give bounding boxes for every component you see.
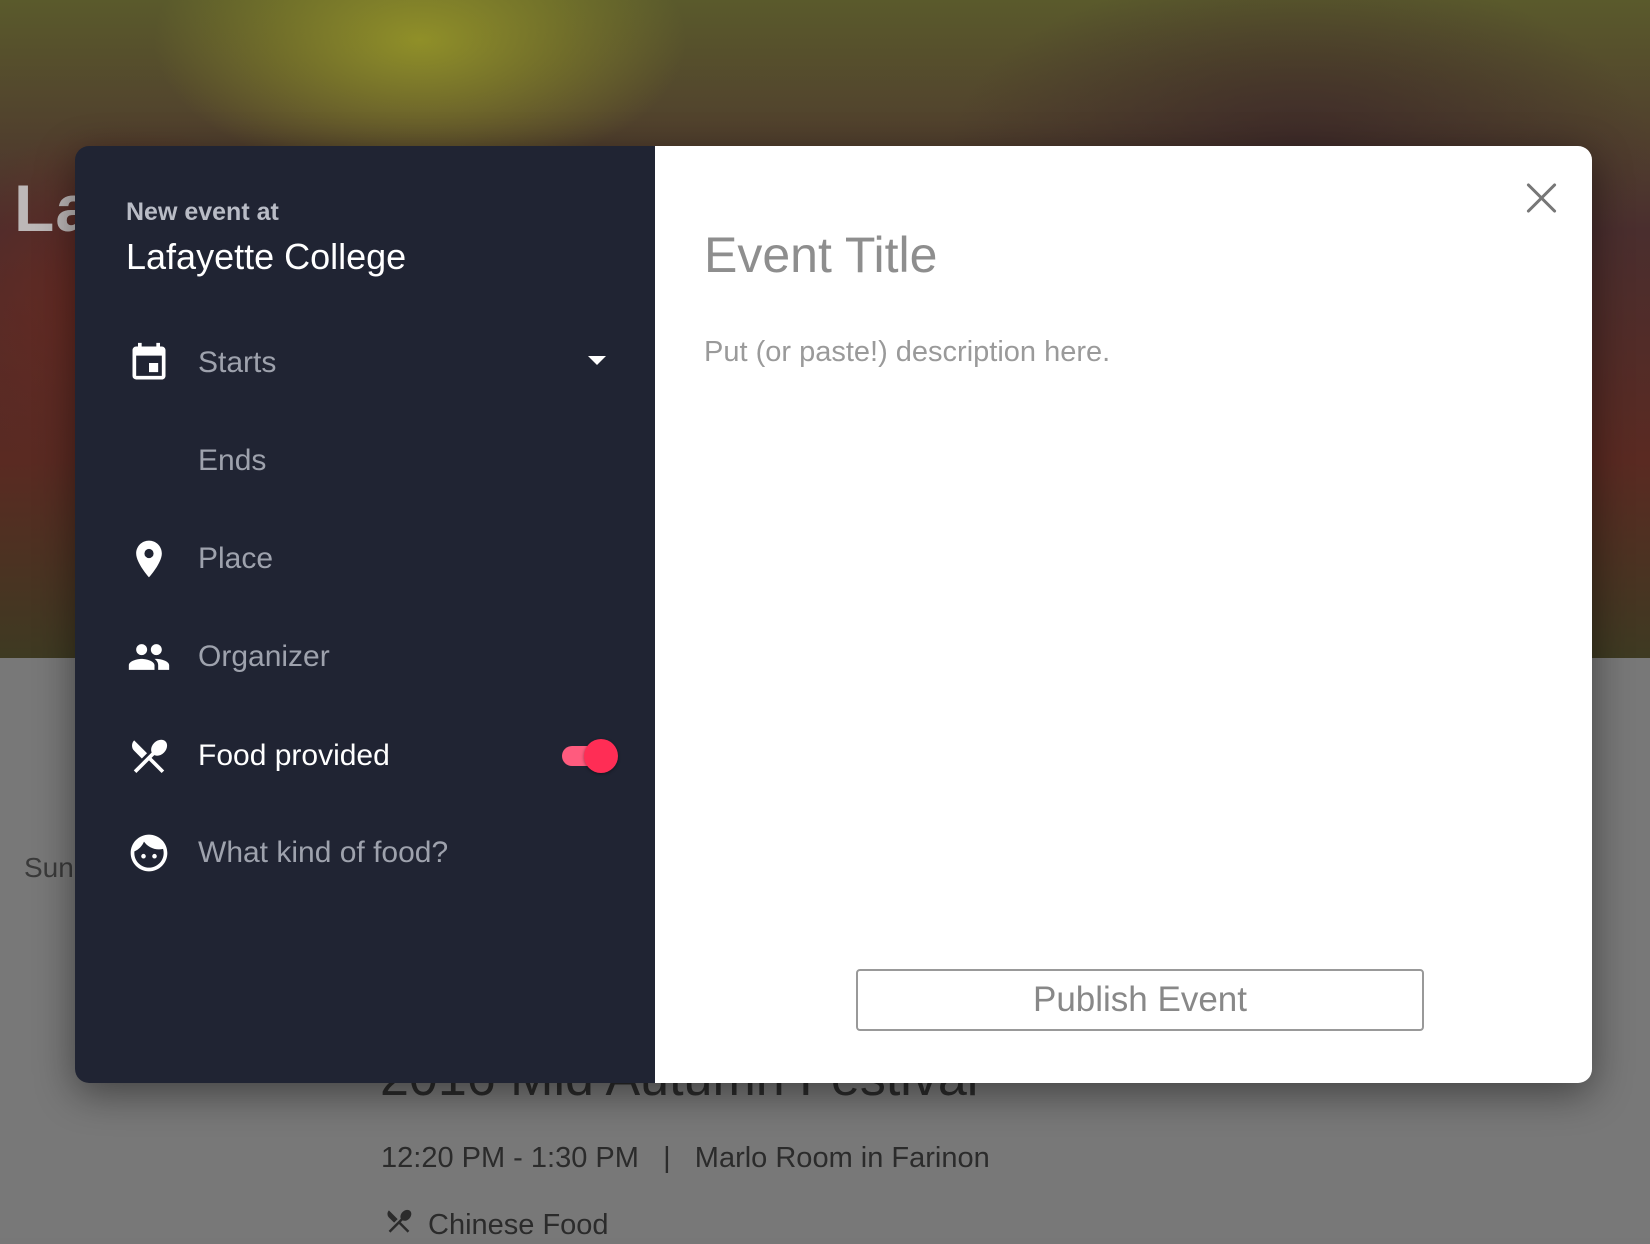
- starts-label: Starts: [198, 346, 277, 379]
- event-food-label: Chinese Food: [428, 1208, 609, 1241]
- event-description-input[interactable]: [704, 336, 1564, 836]
- people-icon: [126, 634, 172, 680]
- ends-field[interactable]: Ends: [126, 436, 606, 486]
- event-content-panel: Publish Event: [655, 146, 1592, 1083]
- event-time: 12:20 PM - 1:30 PM: [381, 1142, 639, 1174]
- day-label: Sun: [24, 852, 74, 883]
- smiley-icon: [126, 830, 172, 876]
- event-details-sidebar: New event at Lafayette College Starts En…: [75, 146, 655, 1083]
- food-provided-row: Food provided: [126, 731, 618, 781]
- food-provided-label: Food provided: [198, 739, 390, 772]
- organizer-field[interactable]: Organizer: [126, 632, 606, 682]
- fork-knife-icon: [126, 733, 172, 779]
- college-name: Lafayette College: [126, 236, 407, 277]
- new-event-modal: New event at Lafayette College Starts En…: [75, 146, 1592, 1083]
- starts-field[interactable]: Starts: [126, 338, 606, 388]
- organizer-label: Organizer: [198, 640, 330, 673]
- place-field[interactable]: Place: [126, 534, 606, 584]
- event-food: Chinese Food: [384, 1206, 609, 1244]
- publish-event-button[interactable]: Publish Event: [856, 969, 1424, 1031]
- chevron-down-icon[interactable]: [588, 356, 606, 365]
- toggle-knob: [584, 739, 618, 773]
- food-provided-toggle[interactable]: [562, 739, 618, 773]
- event-title-input[interactable]: [704, 226, 1592, 284]
- close-icon[interactable]: [1522, 178, 1562, 218]
- fork-knife-icon: [384, 1206, 414, 1244]
- place-label: Place: [198, 542, 274, 575]
- location-pin-icon: [126, 536, 172, 582]
- ends-label: Ends: [198, 444, 267, 477]
- meta-separator: |: [663, 1142, 671, 1174]
- food-kind-field[interactable]: What kind of food?: [126, 828, 606, 878]
- sidebar-subtitle: New event at: [126, 198, 279, 226]
- event-location: Marlo Room in Farinon: [694, 1142, 990, 1174]
- food-kind-label: What kind of food?: [198, 836, 449, 869]
- calendar-icon: [126, 340, 172, 386]
- event-meta: 12:20 PM - 1:30 PM | Marlo Room in Farin…: [381, 1142, 990, 1175]
